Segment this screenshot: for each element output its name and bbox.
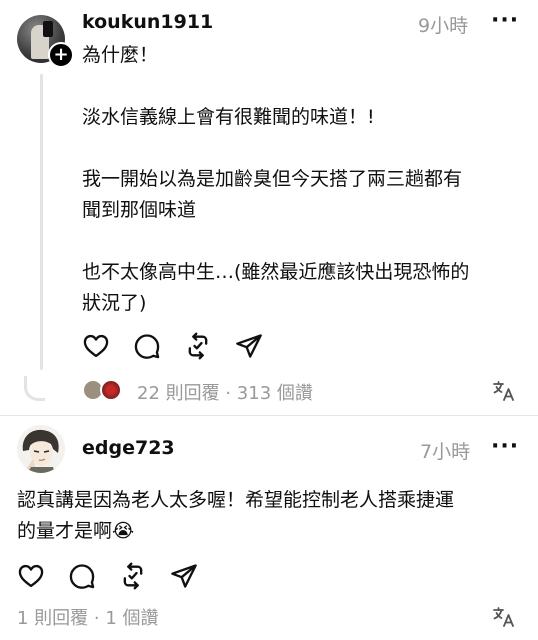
action-bar xyxy=(81,331,264,361)
post-stats[interactable]: 1 則回覆 · 1 個讚 xyxy=(17,604,159,630)
username[interactable]: edge723 xyxy=(82,437,175,459)
post-time: 9小時 xyxy=(418,15,469,37)
post-text-line: 淡水信義線上會有很難聞的味道！! xyxy=(82,106,375,128)
threads-feed: + koukun1911 9小時 ··· 為什麼！ 淡水信義線上會有很難聞的味道… xyxy=(0,0,538,640)
action-bar xyxy=(16,561,199,591)
share-icon[interactable] xyxy=(234,331,264,361)
post-stats[interactable]: 22 則回覆 · 313 個讚 xyxy=(137,379,313,405)
avatar xyxy=(100,379,122,401)
more-options-icon[interactable]: ··· xyxy=(491,8,519,33)
post-text: 為什麼！ 淡水信義線上會有很難聞的味道！! 我一開始以為是加齡臭但今天搭了兩三趟… xyxy=(82,40,522,319)
follow-plus-icon[interactable]: + xyxy=(48,42,74,68)
divider xyxy=(0,415,538,416)
repost-icon[interactable] xyxy=(183,331,213,361)
post-text-line: 的量才是啊😭 xyxy=(17,520,135,542)
heart-icon[interactable] xyxy=(16,561,46,591)
post-text-line: 我一開始以為是加齡臭但今天搭了兩三趟都有 xyxy=(82,168,463,190)
more-options-icon[interactable]: ··· xyxy=(491,434,519,459)
comment-icon[interactable] xyxy=(132,331,162,361)
post-text-line: 聞到那個味道 xyxy=(82,199,197,221)
thread-line-tail xyxy=(24,376,45,401)
repost-icon[interactable] xyxy=(118,561,148,591)
thread-line xyxy=(40,74,43,370)
replier-avatars[interactable] xyxy=(82,379,126,401)
post-text: 認真講是因為老人太多喔！希望能控制老人搭乘捷運 的量才是啊😭 xyxy=(17,485,529,547)
translate-icon[interactable] xyxy=(492,605,516,629)
post-text-line: 為什麼！ xyxy=(82,44,159,66)
avatar[interactable] xyxy=(17,425,65,473)
avatar-phone xyxy=(43,21,53,37)
avatar-illustration xyxy=(17,425,65,473)
comment-icon[interactable] xyxy=(67,561,97,591)
post-text-line: 也不太像高中生…(雖然最近應該快出現恐怖的 xyxy=(82,261,470,283)
post-time: 7小時 xyxy=(420,441,471,463)
share-icon[interactable] xyxy=(169,561,199,591)
post-text-line: 狀況了) xyxy=(82,292,147,314)
heart-icon[interactable] xyxy=(81,331,111,361)
post-text-line: 認真講是因為老人太多喔！希望能控制老人搭乘捷運 xyxy=(17,489,455,511)
username[interactable]: koukun1911 xyxy=(82,11,213,33)
translate-icon[interactable] xyxy=(492,379,516,403)
